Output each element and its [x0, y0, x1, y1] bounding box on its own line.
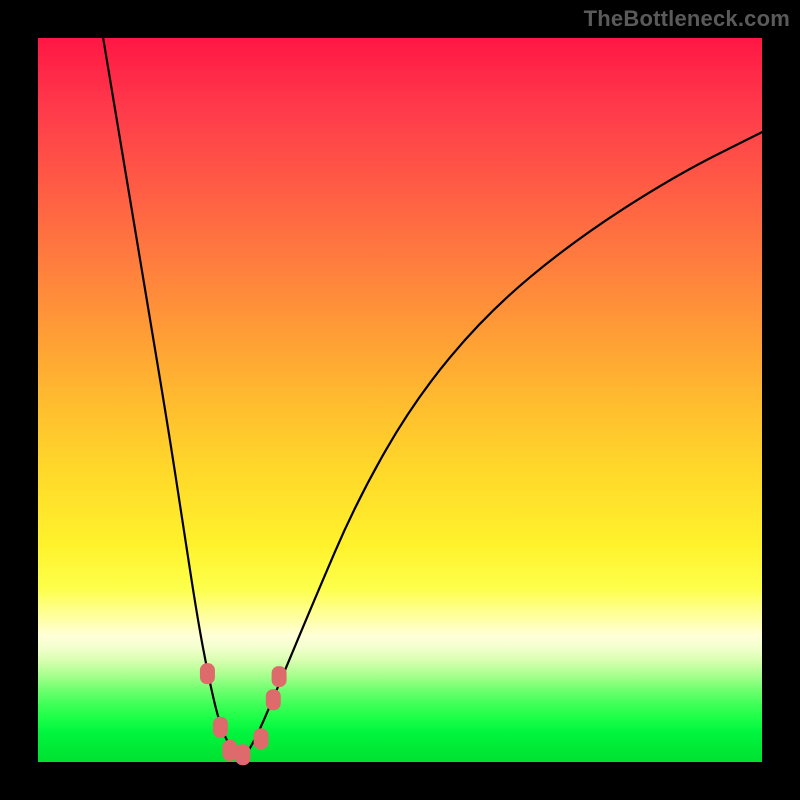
marker-left-lower	[213, 717, 228, 738]
watermark-text: TheBottleneck.com	[584, 6, 790, 32]
marker-right-lower	[253, 728, 268, 749]
plot-area	[38, 38, 762, 762]
marker-group	[200, 663, 287, 765]
chart-svg	[38, 38, 762, 762]
marker-vertex-1	[222, 740, 237, 761]
curve-right-branch	[241, 132, 762, 762]
marker-left-upper	[200, 663, 215, 684]
curve-group	[103, 38, 762, 762]
marker-right-top	[272, 666, 287, 687]
marker-vertex-2	[235, 744, 250, 765]
chart-frame: TheBottleneck.com	[0, 0, 800, 800]
marker-right-upper	[266, 689, 281, 710]
curve-left-branch	[103, 38, 241, 762]
